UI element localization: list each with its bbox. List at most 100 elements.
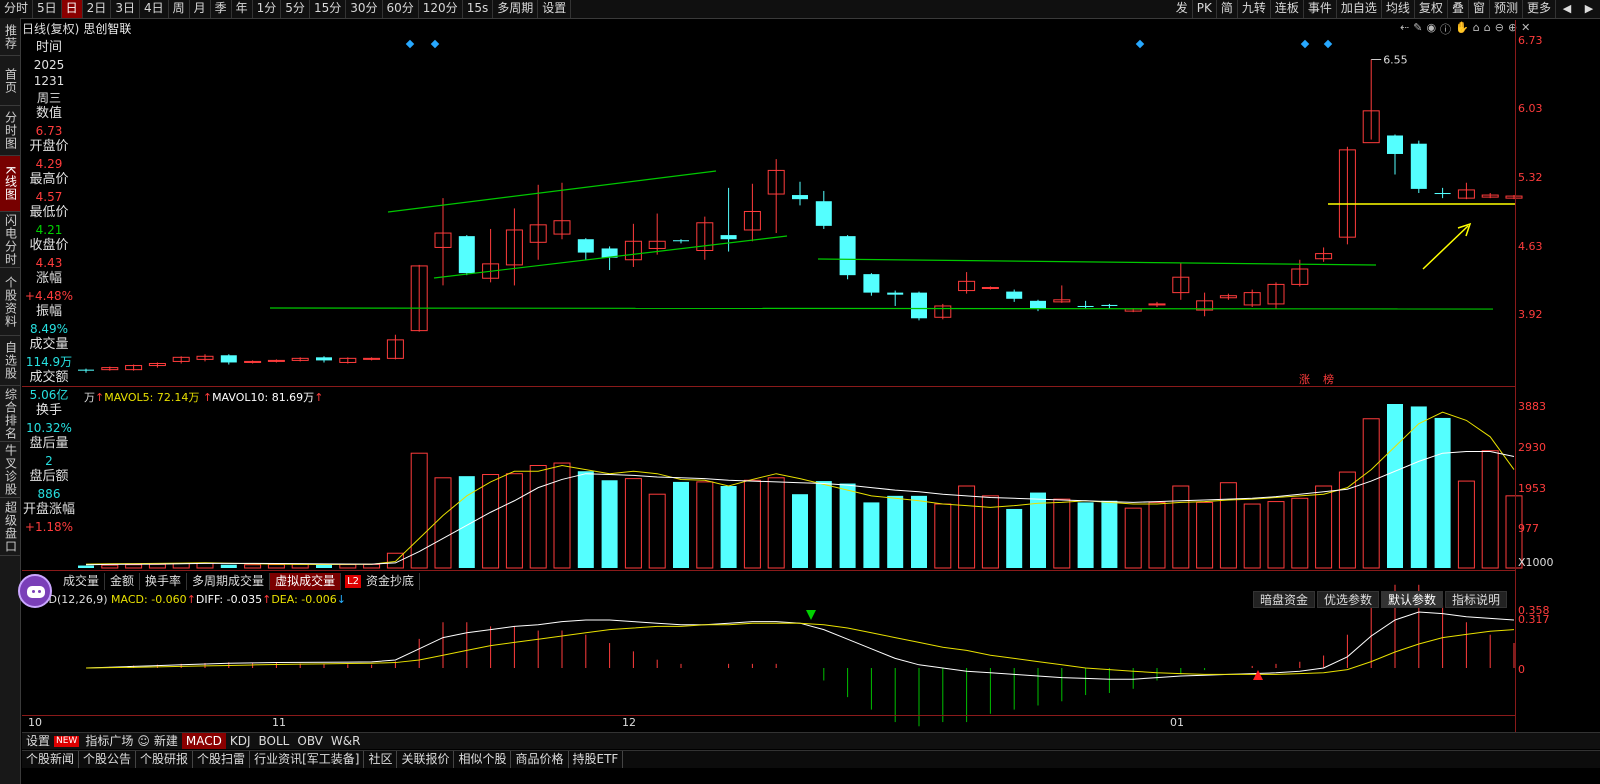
zoom-out-icon[interactable]: ⊖ <box>1495 21 1504 37</box>
price-tick: 5.32 <box>1518 171 1543 184</box>
volume-bar <box>1172 485 1190 569</box>
nav-item[interactable]: 闪电分时 <box>0 212 20 268</box>
info-tab[interactable]: 个股新闻 <box>22 751 80 768</box>
volume-bar <box>696 481 714 569</box>
macd-tabs: 暗盘资金 优选参数 默认参数 指标说明 <box>1251 591 1508 608</box>
info-tab[interactable]: 持股ETF <box>569 751 624 768</box>
indicator-tab[interactable]: 设置 <box>22 733 54 749</box>
toolbar-button[interactable]: 预测 <box>1490 0 1523 18</box>
volume-tab[interactable]: 金额 <box>105 572 141 590</box>
nav-item[interactable]: 超级盘口 <box>0 498 20 556</box>
info-tab[interactable]: 关联报价 <box>397 751 455 768</box>
toolbar-button[interactable]: 均线 <box>1382 0 1415 18</box>
home-icon[interactable]: ⌂ <box>1484 21 1491 37</box>
toolbar-button[interactable]: PK <box>1193 0 1217 18</box>
macd-param-tab[interactable]: 优选参数 <box>1317 591 1380 608</box>
period-tab[interactable]: 年 <box>232 0 253 18</box>
nav-item[interactable]: 首页 <box>0 56 20 106</box>
info-icon[interactable]: ⓘ <box>1440 21 1451 37</box>
period-tab[interactable]: 15分 <box>310 0 347 18</box>
period-tab[interactable]: 2日 <box>83 0 112 18</box>
period-tab[interactable]: 15s <box>463 0 494 18</box>
info-value: +1.18% <box>24 519 74 534</box>
macd-param-tab[interactable]: 指标说明 <box>1445 591 1508 608</box>
macd-param-tab[interactable]: 默认参数 <box>1381 591 1444 608</box>
info-tab[interactable]: 行业资讯[军工装备] <box>250 751 365 768</box>
nav-item[interactable]: 牛叉诊股 <box>0 442 20 498</box>
toolbar-button[interactable]: 更多 <box>1523 0 1556 18</box>
assistant-avatar-icon[interactable] <box>18 574 52 608</box>
info-tab[interactable]: 个股研报 <box>136 751 194 768</box>
indicator-tab[interactable]: W&R <box>327 733 365 749</box>
info-value: 5.06亿 <box>29 387 69 402</box>
period-tab[interactable]: 季 <box>211 0 232 18</box>
period-tab[interactable]: 60分 <box>383 0 419 18</box>
info-tab[interactable]: 社区 <box>364 751 398 768</box>
divider-volume <box>22 386 1515 387</box>
period-tab[interactable]: 5日 <box>33 0 62 18</box>
next-icon[interactable]: ▶ <box>1582 2 1596 16</box>
toolbar-button[interactable]: 复权 <box>1415 0 1448 18</box>
top-toolbar: 分时 5日日 2日 3日 4日周月季年 1分 5分 15分 30分 60分 120分 15s 多周期 设置… <box>0 0 1600 19</box>
period-tab[interactable]: 120分 <box>419 0 463 18</box>
prev-icon[interactable]: ◀ <box>1560 2 1574 16</box>
period-tab[interactable]: 5分 <box>281 0 310 18</box>
nav-item[interactable]: 推荐 <box>0 18 20 56</box>
period-tab[interactable]: 月 <box>190 0 211 18</box>
period-tab[interactable]: 4日 <box>140 0 169 18</box>
toolbar-button[interactable]: 简 <box>1217 0 1238 18</box>
toolbar-button[interactable]: 发 <box>1172 0 1193 18</box>
indicator-tab[interactable]: KDJ <box>226 733 255 749</box>
period-tab[interactable]: 设置 <box>538 0 572 18</box>
period-tab[interactable]: 日 <box>61 0 83 18</box>
nav-item[interactable]: 分时图 <box>0 106 20 156</box>
nav-item[interactable]: 个股资料 <box>0 268 20 336</box>
volume-bar <box>1338 471 1356 569</box>
indicator-tab[interactable]: 指标广场 <box>81 733 137 749</box>
toolbar-button[interactable]: 事件 <box>1304 0 1337 18</box>
toolbar-button[interactable]: 叠 <box>1448 0 1469 18</box>
volume-tab[interactable]: 资金抄底 <box>361 572 421 590</box>
period-tab[interactable]: 30分 <box>346 0 383 18</box>
indicator-tab[interactable]: MACD <box>181 733 226 749</box>
toolbar-button[interactable]: 九转 <box>1238 0 1271 18</box>
toolbar-button[interactable]: 窗 <box>1469 0 1490 18</box>
info-tab[interactable]: 个股扫雷 <box>193 751 251 768</box>
info-tab[interactable]: 商品价格 <box>511 751 569 768</box>
divider-macd <box>22 570 1515 571</box>
arrow-left-icon[interactable]: ⇠ <box>1400 21 1409 37</box>
period-tab[interactable]: 多周期 <box>493 0 539 18</box>
nav-item[interactable]: K线图 <box>0 156 20 212</box>
volume-tab[interactable]: 换手率 <box>140 572 188 590</box>
nav-item[interactable]: 自选股 <box>0 336 20 386</box>
candle-body <box>911 292 927 319</box>
macd-param-tab[interactable]: 暗盘资金 <box>1253 591 1316 608</box>
indicator-tab[interactable]: OBV <box>293 733 327 749</box>
period-tab[interactable]: 分时 <box>0 0 34 18</box>
candle-body <box>458 236 475 274</box>
rank-label[interactable]: 涨 <box>1299 371 1310 387</box>
draw-icon[interactable]: ✎ <box>1413 21 1422 37</box>
nav-item[interactable]: 综合排名 <box>0 386 20 442</box>
info-tab[interactable]: 相似个股 <box>454 751 512 768</box>
toolbar-button[interactable]: 连板 <box>1271 0 1304 18</box>
hand-icon[interactable]: ✋ <box>1455 21 1469 37</box>
chart-mode[interactable]: 日线(复权) <box>22 22 79 36</box>
diff-value: DIFF: -0.035 <box>195 593 263 606</box>
period-tab[interactable]: 3日 <box>111 0 140 18</box>
period-tab[interactable]: 1分 <box>253 0 282 18</box>
volume-tab[interactable]: 虚拟成交量 <box>270 572 342 590</box>
period-tab[interactable]: 周 <box>169 0 190 18</box>
indicator-tab[interactable]: BOLL <box>255 733 294 749</box>
candle-body <box>1101 304 1118 306</box>
toolbar-button[interactable]: 加自选 <box>1337 0 1382 18</box>
rank-label[interactable]: 榜 <box>1323 371 1334 387</box>
info-tab[interactable]: 个股公告 <box>79 751 137 768</box>
date-axis: 10 11 12 01 <box>22 715 1515 731</box>
eye-icon[interactable]: ◉ <box>1426 21 1436 37</box>
indicator-tab[interactable]: 新建 <box>150 733 182 749</box>
volume-tab[interactable]: 成交量 <box>58 572 106 590</box>
volume-tab[interactable]: 多周期成交量 <box>187 572 271 590</box>
lock-icon[interactable]: ⌂ <box>1473 21 1480 37</box>
volume-bar <box>434 477 452 569</box>
